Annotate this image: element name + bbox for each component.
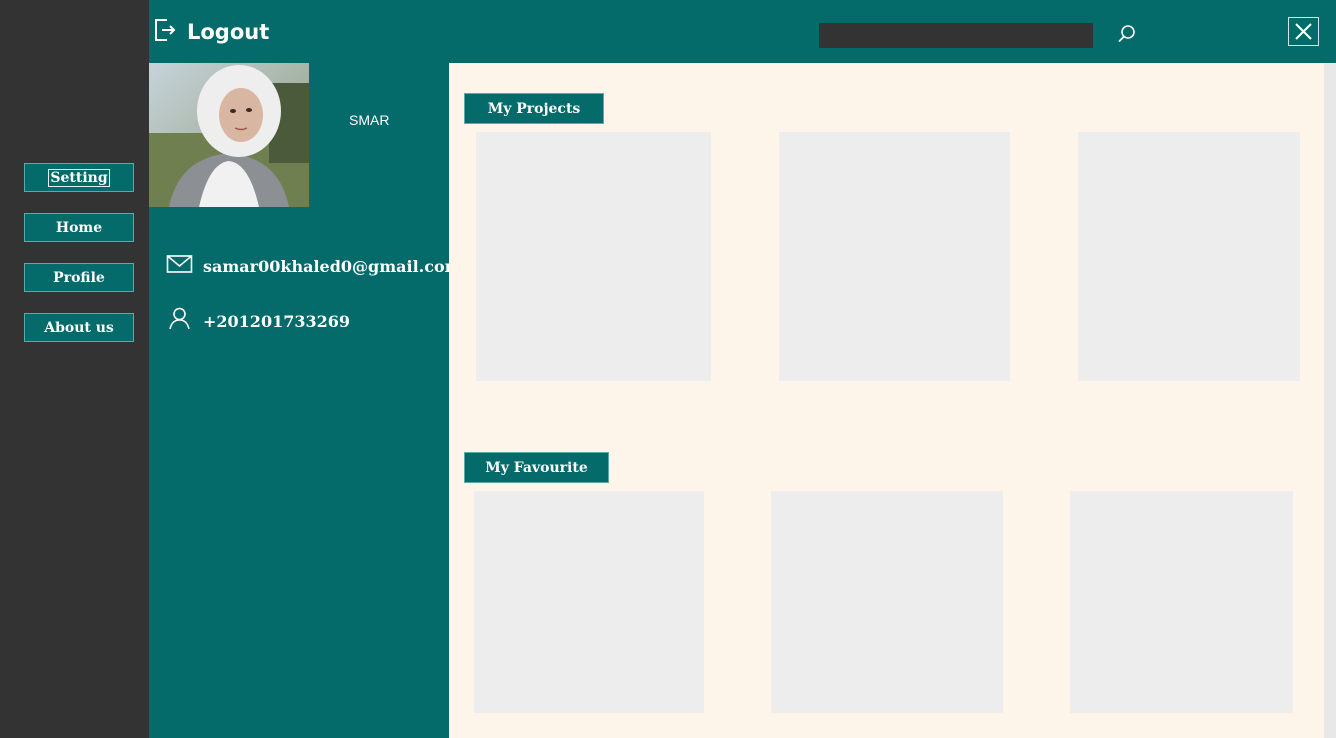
logout-button[interactable]: Logout xyxy=(153,14,269,50)
home-button-label: Home xyxy=(55,219,103,236)
app-window: Setting Home Profile About us Logout SMA… xyxy=(0,0,1336,738)
profile-panel: SMAR samar00khaled0@gmail.com +201201733… xyxy=(149,63,462,738)
my-favourite-title: My Favourite xyxy=(485,459,588,476)
search-input[interactable] xyxy=(819,23,1093,48)
setting-button[interactable]: Setting xyxy=(24,163,134,192)
user-icon xyxy=(166,306,193,337)
search-button[interactable] xyxy=(1115,22,1139,46)
about-us-button[interactable]: About us xyxy=(24,313,134,342)
logout-label: Logout xyxy=(187,20,270,44)
mail-icon xyxy=(166,253,193,280)
favourite-card[interactable] xyxy=(1070,491,1293,713)
my-favourite-header[interactable]: My Favourite xyxy=(464,452,609,483)
profile-button-label: Profile xyxy=(53,269,105,286)
logout-icon xyxy=(153,16,177,49)
left-sidebar: Setting Home Profile About us xyxy=(0,0,149,738)
favourite-card[interactable] xyxy=(771,491,1003,713)
avatar xyxy=(149,63,309,207)
profile-phone: +201201733269 xyxy=(203,312,350,331)
project-card[interactable] xyxy=(1078,132,1300,381)
close-button[interactable] xyxy=(1288,17,1319,46)
favourite-card[interactable] xyxy=(474,491,704,713)
my-projects-header[interactable]: My Projects xyxy=(464,93,604,124)
profile-username: SMAR xyxy=(349,112,390,128)
my-projects-title: My Projects xyxy=(487,100,581,117)
phone-row: +201201733269 xyxy=(166,306,350,337)
profile-email: samar00khaled0@gmail.com xyxy=(203,257,462,276)
search-icon xyxy=(1115,25,1139,50)
project-card[interactable] xyxy=(779,132,1010,381)
top-bar: Logout xyxy=(149,0,1336,63)
scrollbar[interactable] xyxy=(1324,63,1336,738)
email-row: samar00khaled0@gmail.com xyxy=(166,253,462,280)
profile-button[interactable]: Profile xyxy=(24,263,134,292)
setting-button-label: Setting xyxy=(48,168,110,187)
about-us-button-label: About us xyxy=(44,319,114,336)
main-content: My Projects My Favourite xyxy=(449,63,1324,738)
home-button[interactable]: Home xyxy=(24,213,134,242)
project-card[interactable] xyxy=(476,132,711,381)
close-icon xyxy=(1289,23,1318,49)
